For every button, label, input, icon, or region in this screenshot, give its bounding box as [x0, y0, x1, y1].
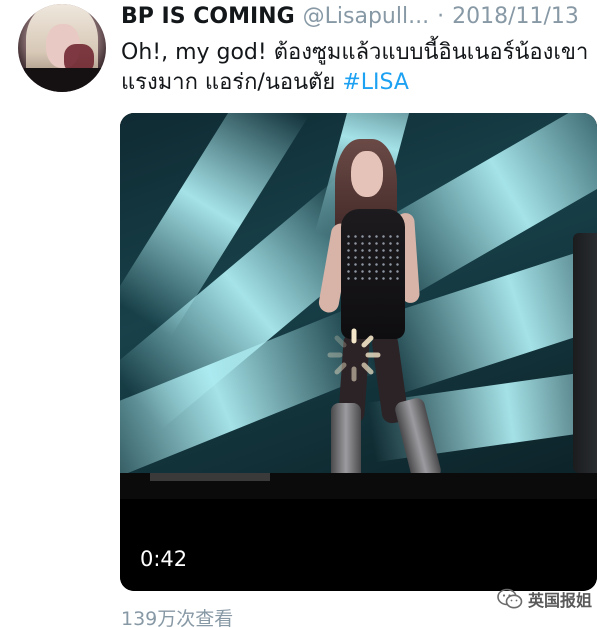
user-handle[interactable]: @Lisapull...: [303, 4, 429, 29]
performer-boot: [393, 396, 443, 484]
hashtag-link[interactable]: #LISA: [342, 70, 409, 95]
outfit-sparkle: [345, 233, 401, 283]
video-frame: [120, 113, 597, 491]
tweet-text: Oh!, my god! ต้องซูมแล้วแบบนี้อินเนอร์น้…: [121, 38, 603, 98]
separator-dot: ·: [437, 4, 445, 29]
performer-face: [351, 151, 383, 197]
display-name[interactable]: BP IS COMING: [121, 4, 295, 29]
wechat-icon: [497, 588, 523, 609]
video-controls-bar: [120, 499, 597, 591]
watermark-text: 英国报姐: [528, 591, 593, 610]
background-figure: [573, 233, 597, 473]
tweet-date[interactable]: 2018/11/13: [452, 4, 579, 29]
avatar-shirt: [24, 68, 104, 92]
watermark: 英国报姐: [497, 585, 592, 613]
performer-figure: [315, 133, 455, 485]
view-count: 139万次查看: [121, 608, 234, 627]
user-avatar[interactable]: [18, 4, 106, 92]
loading-spinner-icon: [327, 328, 381, 382]
stage-edge: [150, 473, 270, 481]
video-player[interactable]: 0:42: [120, 113, 597, 591]
video-duration: 0:42: [140, 547, 188, 571]
tweet-header: BP IS COMING @Lisapull... · 2018/11/13: [121, 4, 601, 32]
